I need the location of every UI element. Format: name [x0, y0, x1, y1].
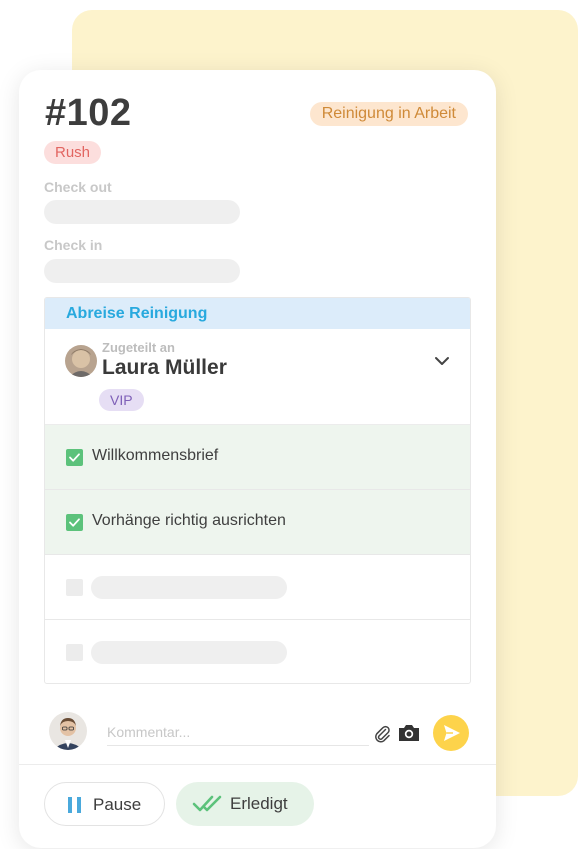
- assignee-avatar: [65, 345, 97, 377]
- status-badge: Reinigung in Arbeit: [309, 102, 468, 126]
- done-button[interactable]: Erledigt: [176, 782, 314, 826]
- check-in-label: Check in: [44, 237, 103, 253]
- task-label: Willkommensbrief: [92, 447, 219, 464]
- empty-checkbox: [66, 644, 83, 661]
- check-icon[interactable]: [66, 514, 83, 531]
- user-avatar: [49, 712, 87, 750]
- action-bar: Pause Erledigt: [19, 764, 496, 848]
- check-icon[interactable]: [66, 449, 83, 466]
- task-row-placeholder: [45, 555, 470, 620]
- send-button[interactable]: [433, 715, 469, 751]
- room-card: #102 Reinigung in Arbeit Rush Check out …: [19, 70, 496, 848]
- cleaning-title: Abreise Reinigung: [45, 298, 470, 329]
- task-label: Vorhänge richtig ausrichten: [92, 512, 286, 529]
- assignee-panel: Zugeteilt an Laura Müller VIP: [45, 329, 470, 425]
- pause-icon: [67, 796, 83, 819]
- check-in-placeholder: [44, 259, 240, 283]
- room-number: #102: [45, 92, 132, 134]
- empty-checkbox: [66, 579, 83, 596]
- task-text-placeholder: [91, 576, 287, 599]
- task-row-placeholder: [45, 620, 470, 683]
- rush-badge: Rush: [44, 141, 102, 164]
- done-label: Erledigt: [230, 794, 288, 813]
- task-row: Willkommensbrief: [45, 425, 470, 490]
- camera-icon[interactable]: [397, 722, 421, 744]
- check-out-placeholder: [44, 200, 240, 224]
- assigned-label: Zugeteilt an: [102, 340, 175, 355]
- cleaning-section: Abreise Reinigung Zugeteilt an Laura Mül…: [44, 297, 471, 684]
- send-icon: [444, 725, 460, 741]
- double-check-icon: [192, 794, 228, 819]
- pause-label: Pause: [93, 795, 142, 814]
- chevron-down-icon[interactable]: [432, 351, 452, 371]
- paperclip-icon[interactable]: [372, 723, 392, 743]
- comment-input[interactable]: [107, 718, 369, 746]
- task-text-placeholder: [91, 641, 287, 664]
- check-out-label: Check out: [44, 179, 112, 195]
- vip-badge: VIP: [99, 389, 144, 411]
- assignee-name: Laura Müller: [102, 356, 227, 379]
- task-row: Vorhänge richtig ausrichten: [45, 490, 470, 555]
- pause-button[interactable]: Pause: [44, 782, 165, 826]
